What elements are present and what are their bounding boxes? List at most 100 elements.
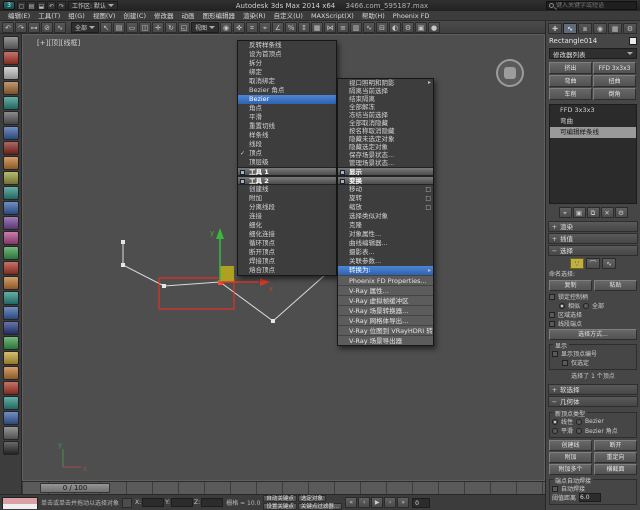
menu-item[interactable]: Phoenix FD <box>389 11 434 21</box>
percent-snap-icon[interactable]: % <box>285 21 298 33</box>
attach-button[interactable]: 附加 <box>549 452 592 463</box>
left-toolbar-icon[interactable] <box>2 81 19 95</box>
left-toolbar-icon[interactable] <box>2 96 19 110</box>
left-toolbar-icon[interactable] <box>2 411 19 425</box>
quad-menu-item[interactable]: 焊接顶点 <box>238 257 336 266</box>
create-line-button[interactable]: 创建线 <box>549 440 592 451</box>
quad-menu-item[interactable]: 拆分 <box>238 59 336 68</box>
quad-menu-item[interactable]: 关联参数... <box>338 257 433 266</box>
lock-handles-checkbox[interactable] <box>549 293 555 300</box>
quad-menu-item[interactable]: 转换为: ▸ <box>338 266 433 275</box>
quad-menu-item[interactable]: 断开顶点 <box>238 248 336 257</box>
stack-item[interactable]: 可编辑样条线 <box>550 127 636 138</box>
quad-title-tools1[interactable]: 工具 1 <box>238 167 336 176</box>
menu-item[interactable]: 编辑(E) <box>4 11 34 21</box>
maxscript-mini-listener[interactable] <box>2 496 38 509</box>
show-end-result-button[interactable]: ▣ <box>572 207 586 218</box>
quad-menu-item[interactable]: 创建线 <box>238 185 336 194</box>
search-input[interactable] <box>556 2 634 9</box>
menu-item[interactable]: 动画 <box>178 11 199 21</box>
paste-named-selection-button[interactable]: 粘贴 <box>594 280 637 291</box>
left-toolbar-icon[interactable] <box>2 51 19 65</box>
quad-menu-item[interactable]: 顶层级 <box>238 158 336 167</box>
left-toolbar-icon[interactable] <box>2 36 19 50</box>
quad-menu-item[interactable]: 保存场景状态... <box>338 151 433 159</box>
rollout-geometry[interactable]: − 几何体 <box>548 396 638 407</box>
time-slider[interactable]: 0 / 100 <box>22 481 545 494</box>
left-toolbar-icon[interactable] <box>2 306 19 320</box>
left-toolbar-icon[interactable] <box>2 336 19 350</box>
cross-section-button[interactable]: 横截面 <box>594 464 637 475</box>
angle-snap-icon[interactable]: ∠ <box>272 21 285 33</box>
open-file-icon[interactable]: ▤ <box>27 1 36 10</box>
spline-subobject-button[interactable]: ∿ <box>602 258 616 269</box>
quad-menu-item[interactable]: Bezier 角点 <box>238 86 336 95</box>
quad-menu-item[interactable]: 反转样条线 <box>238 41 336 50</box>
quad-menu-item[interactable]: 结束隔离 <box>338 95 433 103</box>
left-toolbar-icon[interactable] <box>2 216 19 230</box>
play-button[interactable]: ▶ <box>371 497 384 508</box>
left-toolbar-icon[interactable] <box>2 426 19 440</box>
quad-menu-item[interactable]: 隐藏未选定对象 <box>338 135 433 143</box>
modifier-stack[interactable]: FFD 3x3x3 弯曲 可编辑样条线 <box>549 104 637 204</box>
remove-modifier-button[interactable]: ✕ <box>600 207 614 218</box>
smooth-radio[interactable] <box>552 427 558 434</box>
auto-key-button[interactable]: 自动关键点 <box>263 495 297 502</box>
hierarchy-tab[interactable]: ⧈ <box>578 23 592 34</box>
rectangular-selection-region-icon[interactable]: ▭ <box>126 21 139 33</box>
modifier-button[interactable]: 车削 <box>549 88 592 100</box>
edit-named-selection-sets-icon[interactable]: ▦ <box>311 21 324 33</box>
segment-end-checkbox[interactable] <box>549 320 555 327</box>
menu-item[interactable]: 创建(C) <box>119 11 150 21</box>
modifier-button[interactable]: FFD 3x3x3 <box>593 62 636 74</box>
left-toolbar-icon[interactable] <box>2 111 19 125</box>
quad-title-display[interactable]: 显示 <box>338 167 433 176</box>
curve-editor-icon[interactable]: ∿ <box>363 21 376 33</box>
mirror-icon[interactable]: ⋈ <box>324 21 337 33</box>
quad-menu-item[interactable]: 线段 <box>238 140 336 149</box>
modifier-button[interactable]: 弯曲 <box>549 75 592 87</box>
layer-manager-icon[interactable]: ▥ <box>350 21 363 33</box>
left-toolbar-icon[interactable] <box>2 126 19 140</box>
quad-title-tools2[interactable]: 工具 2 <box>238 176 336 185</box>
left-toolbar-icon[interactable] <box>2 66 19 80</box>
quad-menu-item[interactable]: 全部解冻 <box>338 103 433 111</box>
spline-vertex[interactable] <box>271 319 275 323</box>
quad-menu-item[interactable]: 全部取消隐藏 <box>338 119 433 127</box>
next-frame-button[interactable]: › <box>384 497 397 508</box>
rollout-rendering[interactable]: + 渲染 <box>548 221 638 232</box>
keyboard-shortcut-override-icon[interactable]: ⌗ <box>246 21 259 33</box>
rollout-selection[interactable]: − 选择 <box>548 245 638 256</box>
left-toolbar-icon[interactable] <box>2 351 19 365</box>
modifier-list-dropdown[interactable]: 修改器列表 <box>549 48 637 59</box>
pin-stack-button[interactable]: ⌖ <box>558 207 572 218</box>
quad-menu-item[interactable]: V-Ray 位图到 VRayHDRI 转换器 <box>338 325 433 335</box>
select-by-name-icon[interactable]: ▤ <box>113 21 126 33</box>
quad-menu-item[interactable]: 附加 <box>238 194 336 203</box>
object-name-field[interactable]: Rectangle014 <box>549 37 626 45</box>
segment-subobject-button[interactable]: ⌒ <box>586 258 600 269</box>
quad-menu-item[interactable]: Phoenix FD Properties... <box>338 275 433 285</box>
quad-menu-item[interactable]: 连接 <box>238 212 336 221</box>
schematic-view-icon[interactable]: ⊟ <box>376 21 389 33</box>
menu-item[interactable]: 渲染(R) <box>239 11 270 21</box>
quad-menu-item[interactable]: 设为首顶点 <box>238 50 336 59</box>
listener-script-pane[interactable] <box>3 503 37 509</box>
area-selection-checkbox[interactable] <box>549 311 555 318</box>
current-frame-field[interactable]: 0 <box>412 497 431 508</box>
quad-menu-item[interactable]: 细化连接 <box>238 230 336 239</box>
auto-weld-checkbox[interactable] <box>552 485 558 492</box>
select-and-uniform-scale-icon[interactable]: ◱ <box>178 21 191 33</box>
time-slider-handle[interactable]: 0 / 100 <box>40 483 110 493</box>
material-editor-icon[interactable]: ◐ <box>389 21 402 33</box>
selection-lock-toggle[interactable] <box>122 497 133 508</box>
quad-menu-item[interactable]: 按名称取消隐藏 <box>338 127 433 135</box>
rollout-soft-selection[interactable]: + 软选择 <box>548 384 638 395</box>
quad-menu-item[interactable]: V-Ray 属性... <box>338 285 433 295</box>
utilities-tab[interactable]: ⚙ <box>623 23 637 34</box>
quad-menu-item[interactable]: 绑定 <box>238 68 336 77</box>
left-toolbar-icon[interactable] <box>2 246 19 260</box>
quad-menu-item[interactable]: 摄影表... <box>338 248 433 257</box>
quad-menu-item[interactable]: 样条线 <box>238 131 336 140</box>
left-toolbar-icon[interactable] <box>2 201 19 215</box>
